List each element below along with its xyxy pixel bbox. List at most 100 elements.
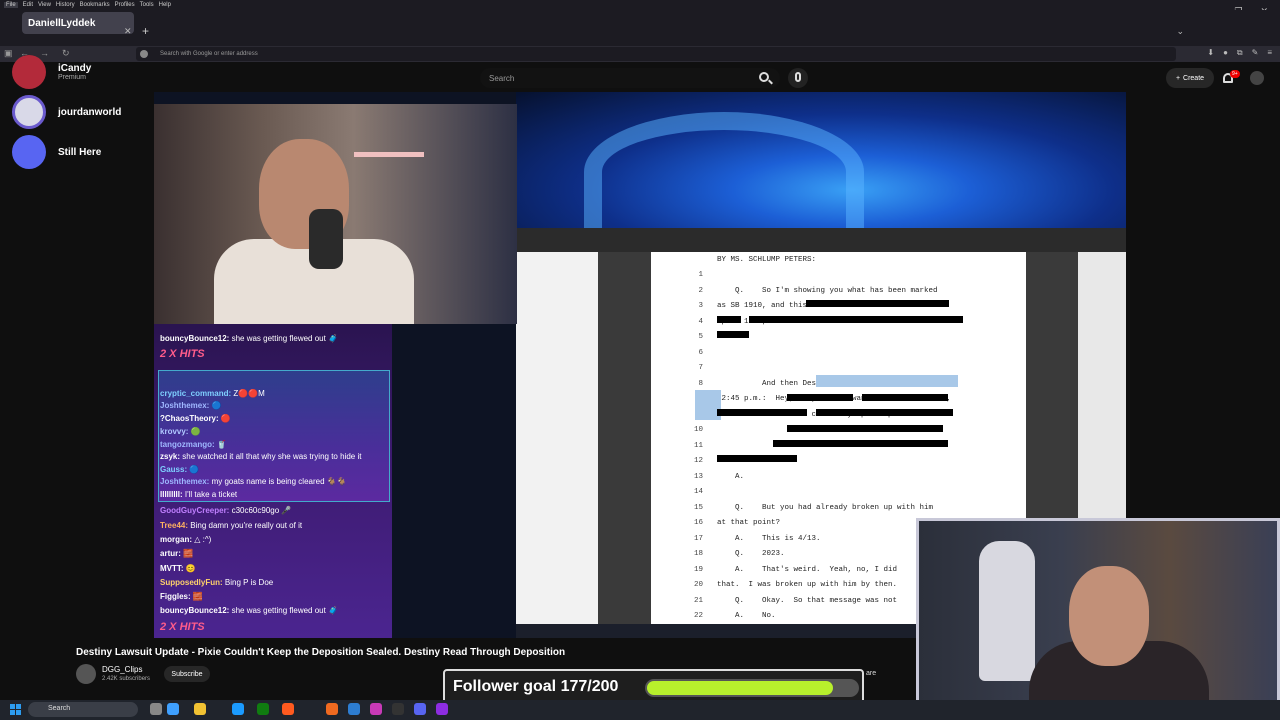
chat-message: bouncyBounce12: she was getting flewed o…	[160, 606, 338, 615]
twitch-icon[interactable]	[436, 703, 448, 715]
url-bar[interactable]: Search with Google or enter address	[136, 47, 1176, 61]
chat-username[interactable]: Joshthemex:	[160, 401, 209, 410]
chat-username[interactable]: Joshthemex:	[160, 477, 209, 486]
chat-username[interactable]: ?ChaosTheory:	[160, 414, 219, 423]
account-icon[interactable]: ●	[1223, 48, 1228, 58]
chat-username[interactable]: SupposedlyFun:	[160, 578, 223, 587]
redaction-bar	[806, 300, 949, 307]
chat-username[interactable]: lllllllll:	[160, 490, 183, 499]
avatar	[12, 95, 46, 129]
obs-icon[interactable]	[392, 703, 404, 715]
app-icon[interactable]	[348, 703, 360, 715]
share-button[interactable]: are	[866, 670, 876, 677]
chat-username[interactable]: Tree44:	[160, 521, 188, 530]
sidebar-item-label: Still Here	[58, 146, 102, 158]
file-explorer-icon[interactable]	[194, 703, 206, 715]
hits-counter: 2 X HITS	[160, 348, 205, 360]
redaction-bar	[749, 316, 963, 323]
chat-username[interactable]: artur:	[160, 549, 181, 558]
menu-item[interactable]: Edit	[23, 2, 33, 8]
redaction-bar	[816, 409, 953, 416]
windows-start-icon[interactable]	[10, 704, 21, 715]
chat-username[interactable]: Gauss:	[160, 465, 187, 474]
extensions-icon[interactable]: ⧉	[1237, 48, 1243, 58]
channel-name[interactable]: DGG_Clips	[102, 665, 142, 674]
download-icon[interactable]: ⬇	[1207, 48, 1214, 58]
redaction-bar	[773, 440, 948, 447]
search-engine-icon	[140, 50, 148, 58]
sidebar-item-jourdanworld[interactable]: jourdanworld	[12, 95, 121, 129]
account-avatar[interactable]	[1250, 71, 1264, 85]
text-highlight	[816, 375, 958, 387]
sidebar-item-still-here[interactable]: Still Here	[12, 135, 101, 169]
chat-username[interactable]: morgan:	[160, 535, 192, 544]
sidebar-item-sublabel: Premium	[58, 74, 87, 81]
search-input[interactable]: Search	[480, 68, 780, 88]
chat-text: 😊	[183, 564, 196, 573]
transcript-line: A.	[717, 472, 745, 481]
chat-text: Z🔴🔴M	[231, 389, 265, 398]
line-number: 8	[698, 379, 703, 388]
search-icon[interactable]	[759, 72, 769, 82]
chat-message: artur: 🧱	[160, 549, 193, 558]
store-icon[interactable]	[232, 703, 244, 715]
chat-username[interactable]: bouncyBounce12:	[160, 334, 229, 343]
translate-icon[interactable]: ✎	[1252, 48, 1259, 58]
line-number: 5	[698, 333, 703, 341]
chat-username[interactable]: tangozmango:	[160, 440, 215, 449]
task-view-icon[interactable]	[150, 703, 162, 715]
line-number: 21	[693, 596, 703, 605]
chat-message: tangozmango: 🥤	[160, 440, 227, 449]
menu-item[interactable]: Bookmarks	[80, 2, 110, 8]
firefox-icon[interactable]	[282, 703, 294, 715]
redaction-bar	[787, 425, 943, 432]
menu-item[interactable]: Help	[159, 2, 171, 8]
line-number: 10	[693, 426, 703, 434]
line-number: 20	[693, 581, 703, 589]
chat-message: krovvy: 🟢	[160, 427, 201, 436]
brave-icon[interactable]	[326, 703, 338, 715]
menu-item[interactable]: View	[38, 2, 51, 8]
menu-item[interactable]: File	[4, 2, 18, 8]
redaction-bar	[862, 394, 948, 401]
chat-username[interactable]: krovvy:	[160, 427, 188, 436]
chat-message: Joshthemex: my goats name is being clear…	[160, 477, 347, 486]
chat-text: 🔵	[187, 465, 200, 474]
chat-username[interactable]: MVTT:	[160, 564, 184, 573]
create-button[interactable]: + Create	[1166, 68, 1214, 88]
line-number: 18	[693, 550, 703, 558]
sidebar-item-icandy[interactable]: iCandy Premium	[12, 55, 91, 89]
menu-icon[interactable]: ≡	[1267, 48, 1272, 58]
tab-list-chevron-icon[interactable]: ⌄	[1176, 26, 1184, 37]
new-tab-button[interactable]: +	[142, 24, 149, 38]
chat-text: my goats name is being cleared 🐐🐐	[209, 477, 347, 486]
microphone-icon	[795, 72, 801, 82]
line-number: 1	[698, 271, 703, 279]
chat-message: Gauss: 🔵	[160, 465, 199, 474]
chat-username[interactable]: zsyk:	[160, 452, 180, 461]
tab-strip	[0, 10, 1280, 46]
tab-active[interactable]: DaniellLyddek	[22, 12, 134, 34]
taskbar-search[interactable]: Search	[28, 702, 138, 717]
menu-item[interactable]: History	[56, 2, 75, 8]
line-number: 6	[698, 348, 703, 357]
chat-username[interactable]: bouncyBounce12:	[160, 606, 229, 615]
app-icon[interactable]	[370, 703, 382, 715]
robot-figure	[979, 541, 1035, 681]
chat-message: GoodGuyCreeper: c30c60c90go 🎤	[160, 506, 291, 515]
chat-username[interactable]: Figgles:	[160, 592, 191, 601]
chat-username[interactable]: cryptic_command:	[160, 389, 231, 398]
chat-username[interactable]: GoodGuyCreeper:	[160, 506, 229, 515]
chat-text: 🔵	[209, 401, 222, 410]
line-number: 14	[693, 488, 703, 496]
subscribe-button[interactable]: Subscribe	[164, 666, 210, 682]
xbox-icon[interactable]	[257, 703, 269, 715]
line-number: 3	[698, 302, 703, 310]
menu-item[interactable]: Tools	[140, 2, 154, 8]
tab-close-icon[interactable]: ✕	[124, 26, 132, 37]
channel-avatar[interactable]	[76, 664, 96, 684]
line-number: 16	[693, 519, 703, 527]
discord-icon[interactable]	[414, 703, 426, 715]
menu-item[interactable]: Profiles	[115, 2, 135, 8]
edge-icon[interactable]	[167, 703, 179, 715]
